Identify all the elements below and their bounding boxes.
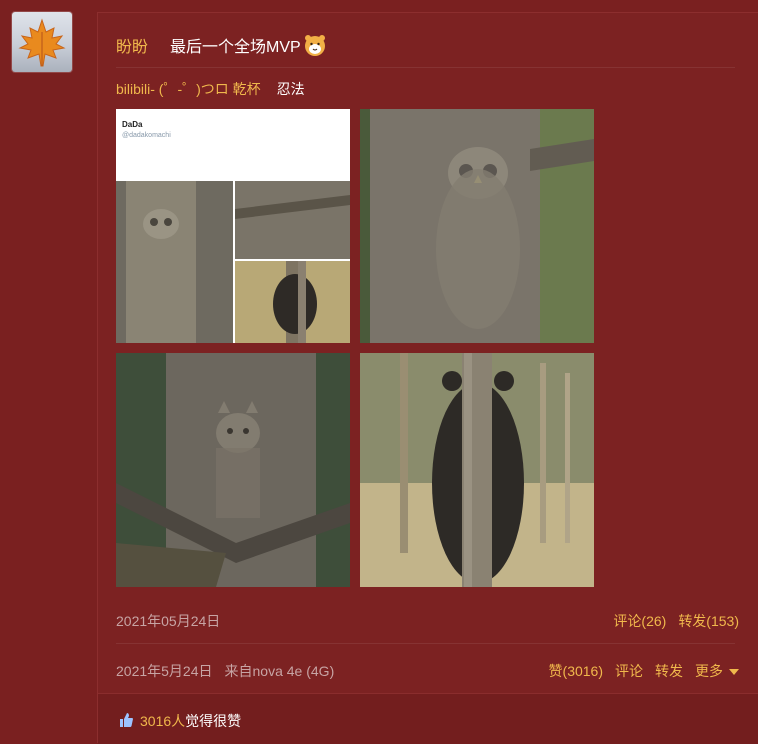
photo-4[interactable]: [360, 353, 594, 587]
comment-button[interactable]: 评论: [615, 661, 643, 681]
username-link[interactable]: 盼盼: [116, 33, 148, 57]
repost-date: 2021年05月24日: [116, 613, 221, 629]
more-label: 更多: [695, 663, 723, 679]
photo-header-handle: @dadakomachi: [122, 132, 171, 139]
repost-text: 忍法: [276, 81, 305, 97]
likes-summary: 3016人 觉得很赞: [118, 711, 241, 731]
likes-count-link[interactable]: 3016人: [140, 711, 185, 731]
thumbs-up-icon: [118, 712, 134, 731]
post-header: 盼盼 最后一个全场MVP: [116, 31, 327, 59]
post-source: 来自nova 4e (4G): [224, 663, 335, 679]
maple-leaf-icon: [18, 18, 66, 67]
weibo-post-card: 盼盼 最后一个全场MVP bilibili- (゜-゜)つロ 乾杯 忍法 DaD…: [97, 12, 758, 744]
post-text: 最后一个全场MVP: [170, 39, 301, 56]
photo-2[interactable]: [360, 109, 594, 343]
divider: [116, 643, 735, 644]
post-meta-row: 2021年5月24日 来自nova 4e (4G) 赞(3016) 评论 转发 …: [116, 661, 739, 681]
repost-line: bilibili- (゜-゜)つロ 乾杯 忍法: [116, 79, 305, 99]
photo-header-name: DaDa: [122, 120, 143, 129]
repost-comment-link[interactable]: 评论(26): [613, 611, 666, 631]
photo-3[interactable]: [116, 353, 350, 587]
repost-source-link[interactable]: bilibili- (゜-゜)つロ 乾杯: [116, 79, 261, 99]
user-avatar[interactable]: [12, 12, 72, 72]
hamster-emoji-icon: [303, 33, 327, 57]
divider: [116, 67, 735, 68]
like-button[interactable]: 赞(3016): [549, 661, 603, 681]
repost-meta-row: 2021年05月24日 评论(26) 转发(153): [116, 611, 739, 631]
likes-text: 觉得很赞: [185, 713, 242, 729]
chevron-down-icon: [729, 669, 739, 676]
post-date: 2021年5月24日: [116, 663, 213, 679]
photo-1[interactable]: DaDa @dadakomachi: [116, 109, 350, 343]
repost-forward-link[interactable]: 转发(153): [678, 611, 739, 631]
forward-button[interactable]: 转发: [655, 661, 683, 681]
more-button[interactable]: 更多: [695, 661, 739, 681]
likes-bar: 3016人 觉得很赞: [98, 693, 758, 744]
